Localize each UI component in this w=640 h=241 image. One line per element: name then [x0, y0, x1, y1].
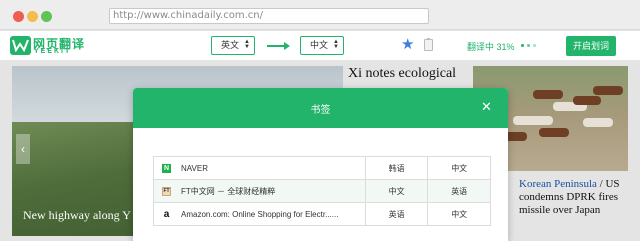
translation-progress-text: 翻译中 31% [467, 42, 515, 52]
source-language-select[interactable]: 英文 ▲ ▼ [211, 36, 255, 55]
table-row[interactable]: a Amazon.com: Online Shopping for Electr.… [153, 202, 491, 226]
yeekit-logo: 网页翻译 YEEKIT [10, 36, 92, 58]
bookmark-dialog: 书签 ✕ N NAVER 韩语 中文 FT FT中文网 － 全球财经精粹 中文 英语… [133, 88, 508, 241]
bookmark-name: NAVER [181, 163, 208, 173]
bookmark-name: FT中文网 － 全球财经精粹 [181, 186, 276, 196]
loading-dots-icon [521, 44, 537, 48]
news-section-link[interactable]: Korean Peninsula [519, 178, 597, 190]
target-language-cell: 英语 [427, 179, 491, 203]
source-language-label: 英文 [221, 40, 240, 50]
maximize-window-button[interactable] [41, 11, 52, 22]
updown-arrow-icon: ▲ ▼ [244, 39, 250, 50]
table-row[interactable]: FT FT中文网 － 全球财经精粹 中文 英语 [153, 179, 491, 203]
logo-english-text: YEEKIT [34, 48, 72, 55]
bookmark-star-icon[interactable]: ★ [401, 37, 414, 53]
headline[interactable]: Xi notes ecological [348, 66, 468, 82]
dialog-header: 书签 ✕ [133, 88, 508, 128]
naver-icon: N [162, 164, 171, 173]
browser-chrome: http://www.chinadaily.com.cn/ [0, 0, 640, 30]
news-headline[interactable]: Korean Peninsula / US condemns DPRK fire… [519, 178, 629, 217]
table-row[interactable]: N NAVER 韩语 中文 [153, 156, 491, 180]
dialog-title: 书签 [310, 105, 331, 116]
target-language-cell: 中文 [427, 202, 491, 226]
target-language-select[interactable]: 中文 ▲ ▼ [300, 36, 344, 55]
source-language-cell: 中文 [364, 179, 429, 203]
direction-arrow-icon [267, 42, 290, 50]
close-icon[interactable]: ✕ [478, 98, 495, 115]
source-language-cell: 韩语 [364, 156, 429, 180]
minimize-window-button[interactable] [27, 11, 38, 22]
bookmark-table: N NAVER 韩语 中文 FT FT中文网 － 全球财经精粹 中文 英语 a Ama… [153, 156, 491, 226]
target-language-label: 中文 [310, 40, 329, 50]
source-language-cell: 英语 [364, 202, 429, 226]
photo-caption[interactable]: New highway along Y [23, 208, 131, 223]
address-bar[interactable]: http://www.chinadaily.com.cn/ [109, 8, 429, 24]
translator-toolbar: 网页翻译 YEEKIT 英文 ▲ ▼ 中文 ▲ ▼ ★ 翻译中 31% 开启划词 [0, 31, 640, 61]
amazon-icon: a [163, 209, 170, 220]
start-word-selection-button[interactable]: 开启划词 [566, 36, 616, 56]
close-window-button[interactable] [13, 11, 24, 22]
target-language-cell: 中文 [427, 156, 491, 180]
carousel-prev-icon[interactable]: ‹ [16, 134, 30, 164]
ft-icon: FT [162, 187, 171, 196]
clipboard-icon[interactable] [424, 38, 433, 51]
updown-arrow-icon: ▲ ▼ [333, 39, 339, 50]
yeekit-logo-icon [10, 36, 31, 55]
bookmark-name: Amazon.com: Online Shopping for Electr..… [181, 209, 339, 219]
